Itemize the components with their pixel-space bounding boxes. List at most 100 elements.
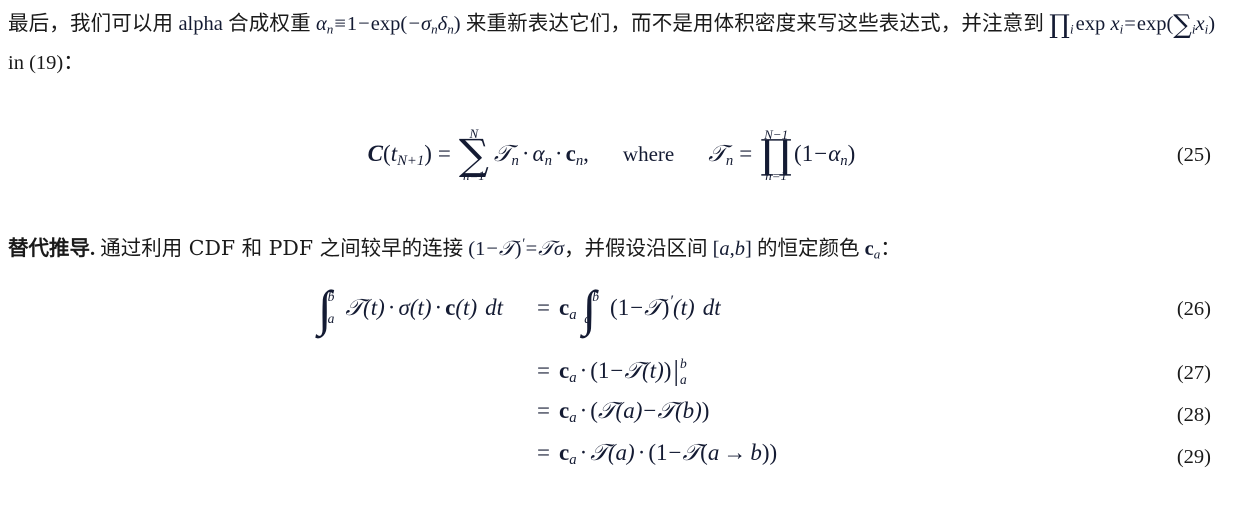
inline-formula-alpha-definition: αn≡1−exp(−σnδn)	[316, 13, 461, 36]
derivation-align-block: ∫ b a 𝒯(t) · σ(t) · c(t) dt = ca ∫ b a (1−𝒯)′(t) dt (2…	[8, 282, 1215, 482]
equation-28-rhs: = ca · (𝒯(a)−𝒯(b))	[536, 398, 709, 427]
eq29-arrow-b: b	[750, 440, 762, 466]
eq27-paren-open: (	[590, 357, 598, 383]
eq25-alpha-sub: n	[544, 153, 552, 170]
p2-one: 1	[475, 238, 486, 261]
eq25-t-subscript: N+1	[397, 153, 425, 170]
eq27-dot: ·	[579, 357, 588, 383]
eq26-c: c	[445, 295, 456, 321]
x-variable-2: x	[1195, 13, 1205, 35]
eq25-rhs-paren-close: )	[847, 141, 856, 166]
x-variable: x	[1110, 13, 1120, 35]
eval-upper: b	[680, 356, 687, 372]
equation-26-row: ∫ b a 𝒯(t) · σ(t) · c(t) dt = ca ∫ b a (1−𝒯)′(t) dt (2…	[8, 282, 1215, 354]
eq25-paren-close: )	[424, 141, 432, 166]
eq29-equals: =	[537, 440, 550, 466]
integral-lower-2: a	[584, 311, 592, 327]
prod-lower-limit: n=1	[765, 167, 788, 183]
eq29-ca: c	[558, 440, 570, 466]
equation-number-29: (29)	[1176, 446, 1211, 469]
eq26-paren-open: (	[610, 295, 618, 321]
equals-operator: =	[1124, 13, 1136, 35]
eq29-T1: 𝒯	[590, 440, 608, 466]
eq25-dot-1: ·	[521, 141, 530, 166]
eq25-rhs-equals: =	[739, 141, 753, 166]
integral-upper-2: b	[592, 289, 600, 305]
p2-T-symbol-2: 𝒯	[538, 238, 554, 261]
summation-operator: N ∑ n=1	[459, 127, 489, 182]
equation-number-27: (27)	[1176, 362, 1211, 385]
p2-T-symbol: 𝒯	[498, 238, 515, 261]
eq29-arrow-a: a	[707, 440, 720, 466]
eq29-a-arg: (a)	[607, 440, 635, 466]
sum-symbol-inline: ∑	[1173, 10, 1192, 40]
eq28-ca-sub: a	[569, 410, 577, 427]
paren-close: )	[453, 13, 461, 35]
paragraph-alt-derivation: 替代推导. 通过利用 CDF 和 PDF 之间较早的连接 (1−𝒯)′=𝒯σ，并…	[8, 229, 1215, 268]
equation-28-row: = ca · (𝒯(a)−𝒯(b)) (28)	[8, 398, 1215, 440]
transmittance-T: 𝒯	[493, 141, 512, 166]
interval-bracket-close: ]	[745, 238, 752, 261]
eq27-one: 1	[597, 357, 610, 383]
eq27-T: 𝒯	[624, 357, 643, 383]
eq27-ca: c	[558, 357, 570, 383]
equation-25-expression: C(tN+1) = N ∑ n=1 𝒯n · αn · cn, where 𝒯n = N−1 ∏ n=1 (1−…	[367, 127, 856, 183]
constant-color-c: c	[864, 238, 874, 261]
document-page: 最后，我们可以用 alpha 合成权重 αn≡1−exp(−σnδn) 来重新表…	[0, 0, 1241, 515]
eq28-ca: c	[558, 398, 570, 424]
eq28-equals: =	[537, 398, 550, 424]
inline-formula-product-exp: ∏iexp xi=exp(∑ixi)	[1049, 10, 1215, 40]
equation-29-rhs: = ca · 𝒯(a) · (1−𝒯(a → b))	[536, 440, 778, 469]
eq26-t-arg-4: (t)	[673, 295, 695, 321]
eq25-rhs-minus: −	[814, 141, 828, 166]
exp-function-3: exp	[1136, 13, 1167, 35]
eq27-ca-sub: a	[569, 369, 577, 386]
equiv-operator: ≡	[334, 13, 346, 35]
eq28-T2: 𝒯	[657, 398, 675, 424]
equation-25-row: C(tN+1) = N ∑ n=1 𝒯n · αn · cn, where 𝒯n = N−1 ∏ n=1 (1−…	[8, 127, 1215, 183]
sum-glyph: ∑	[458, 130, 489, 179]
product-operator: N−1 ∏ n=1	[760, 128, 792, 182]
paragraph-intro-text-1: 最后，我们可以用	[8, 11, 174, 35]
eq29-paren-close: )	[769, 440, 778, 466]
color-C-symbol: C	[367, 141, 384, 166]
integral-upper-1: b	[327, 289, 335, 305]
product-symbol: ∏	[1049, 10, 1070, 40]
paragraph-intro: 最后，我们可以用 alpha 合成权重 αn≡1−exp(−σnδn) 来重新表…	[8, 4, 1215, 82]
eq29-one: 1	[656, 440, 668, 466]
equation-29-row: = ca · 𝒯(a) · (1−𝒯(a → b)) (29)	[8, 440, 1215, 482]
eq26-one: 1	[617, 295, 630, 321]
eq29-ca-sub: a	[569, 452, 577, 469]
eq26-dt-2: dt	[702, 295, 721, 321]
eq29-minus: −	[668, 440, 682, 466]
eq25-rhs-one: 1	[801, 141, 814, 166]
equation-number-28: (28)	[1176, 404, 1211, 427]
integral-operator-1: ∫ b a	[318, 283, 335, 333]
product-index: i	[1069, 21, 1074, 37]
equation-27-row: = ca · (1−𝒯(t)) | b a (27)	[8, 354, 1215, 398]
neg-sigma: −σ	[407, 13, 432, 35]
inline-interval: [a,b]	[713, 238, 752, 260]
eq26-ca-sub: a	[569, 307, 577, 324]
eq27-t-arg: (t)	[642, 357, 664, 383]
alpha-word: alpha	[178, 13, 223, 35]
eq26-dt-1: dt	[485, 295, 503, 321]
eq26-dot-2: ·	[434, 295, 443, 321]
eq27-paren-close: )	[663, 357, 672, 383]
evaluation-bar: | b a	[673, 356, 686, 388]
eq27-equals: =	[537, 357, 550, 383]
alt-derivation-text-1: 通过利用 CDF 和 PDF 之间较早的连接	[100, 236, 464, 261]
eq28-dot: ·	[579, 398, 588, 424]
alpha-symbol: α	[316, 13, 327, 35]
paragraph-intro-text-4: 些表达式，并注意到	[858, 11, 1044, 35]
equation-25-block: C(tN+1) = N ∑ n=1 𝒯n · αn · cn, where 𝒯n = N−1 ∏ n=1 (1−…	[8, 127, 1215, 183]
eq26-ca: c	[558, 295, 570, 321]
numeral-one: 1	[346, 13, 358, 35]
interval-a: a	[719, 238, 730, 261]
eq25-dot-2: ·	[554, 141, 563, 166]
exp-function-2: exp	[1075, 13, 1106, 35]
eq25-color-c: c	[565, 141, 576, 166]
eq27-minus: −	[610, 357, 624, 383]
eq25-alpha: α	[532, 141, 545, 166]
interval-b: b	[734, 238, 746, 261]
